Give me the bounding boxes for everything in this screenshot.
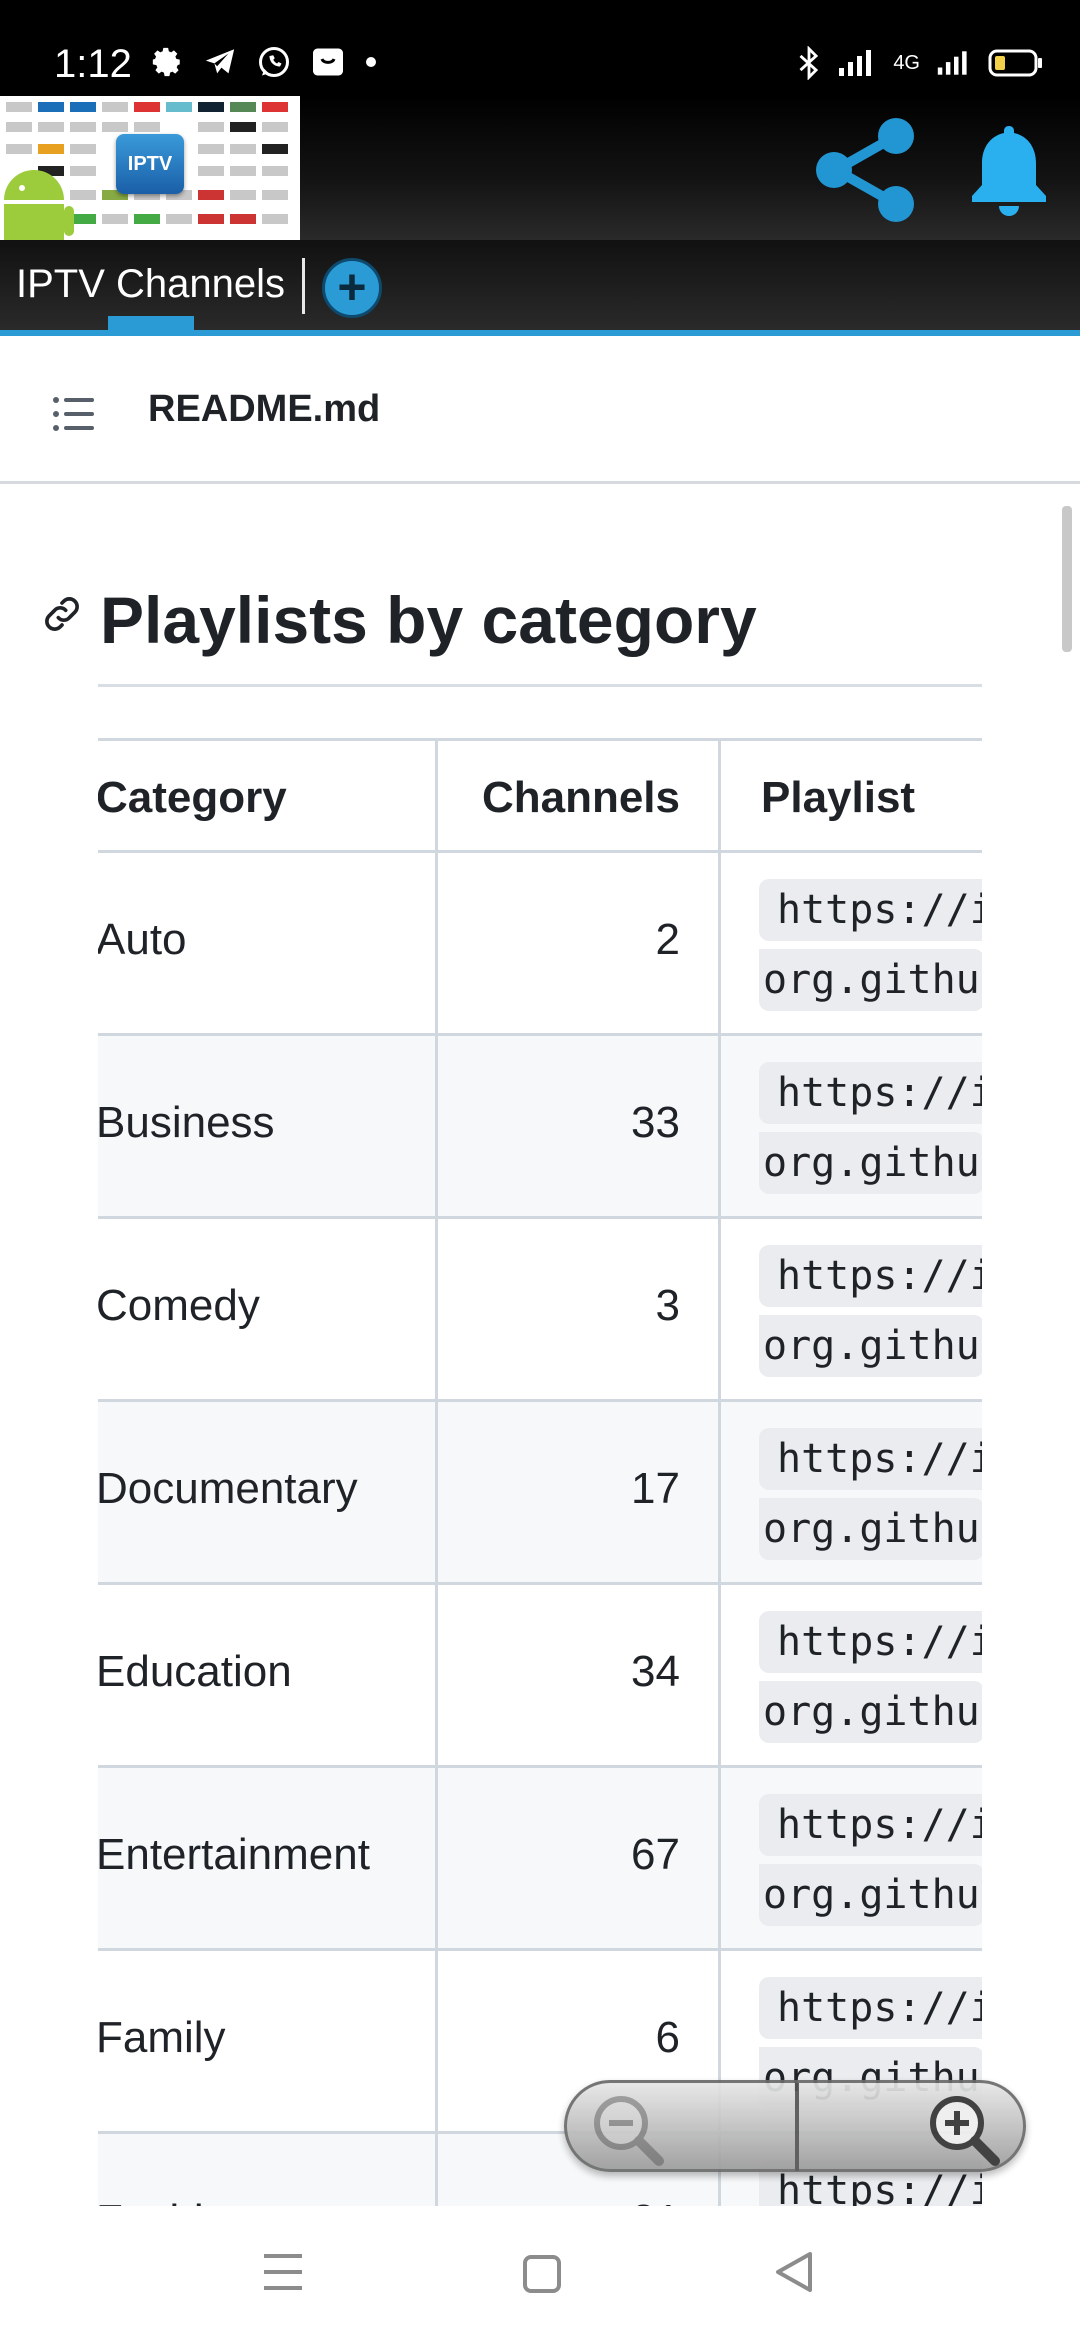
section-heading: Playlists by category [100, 583, 757, 657]
status-time: 1:12 [54, 42, 132, 86]
list-icon[interactable] [52, 394, 96, 434]
channels-count-cell: 3 [655, 1281, 680, 1330]
tab-iptv-channels[interactable]: IPTV Channels [16, 262, 285, 307]
playlist-url-link[interactable]: https://i [759, 1977, 982, 2039]
category-cell: Entertainment [98, 1830, 370, 1879]
link-icon[interactable] [40, 592, 84, 636]
bluetooth-icon [799, 46, 819, 80]
signal-icon-2 [937, 51, 967, 75]
column-header-channels: Channels [481, 773, 680, 822]
readme-content: Playlists by category Category Channels … [0, 486, 1080, 2206]
category-cell: Documentary [98, 1464, 358, 1513]
network-type: 4G [893, 51, 920, 74]
iptv-badge: IPTV [116, 134, 184, 194]
share-icon[interactable] [812, 114, 918, 224]
tab-divider [302, 258, 305, 314]
channels-count-cell: 67 [631, 1830, 680, 1879]
playlist-url-link-continued[interactable]: org.githu [759, 1864, 982, 1926]
channels-count-cell: 21 [631, 2196, 680, 2206]
channels-count-cell: 34 [631, 1647, 680, 1696]
playlist-url-link[interactable]: https://i [759, 1611, 982, 1673]
playlist-url-link-continued[interactable]: org.githu [759, 1132, 982, 1194]
category-cell: Comedy [98, 1281, 260, 1330]
category-cell: Fashion [98, 2196, 253, 2206]
file-header: README.md [0, 342, 1080, 484]
zoom-out-icon[interactable] [587, 2089, 667, 2169]
app-header: IPTV [0, 96, 1080, 240]
playlist-url-link-continued[interactable]: org.githu [759, 1315, 982, 1377]
navigation-bar [0, 2206, 1080, 2340]
home-icon[interactable] [522, 2254, 562, 2294]
table-row: Comedy 3 https://i org.githu [98, 1216, 982, 1399]
signal-icon [839, 50, 872, 76]
playlist-url-link-continued[interactable]: org.githu [759, 949, 982, 1011]
column-header-playlist: Playlist [761, 773, 916, 822]
zoom-control [564, 2080, 1026, 2172]
category-cell: Business [98, 1098, 275, 1147]
shop-icon [313, 48, 343, 76]
zoom-in-icon[interactable] [923, 2089, 1003, 2169]
channels-count-cell: 2 [655, 915, 680, 964]
playlist-url-link[interactable]: https://i [759, 879, 982, 941]
back-icon[interactable] [774, 2250, 814, 2294]
playlist-url-link-continued[interactable]: org.githu [759, 1681, 982, 1743]
active-tab-indicator [108, 316, 194, 330]
whatsapp-icon [259, 47, 289, 77]
bell-icon[interactable] [966, 120, 1052, 220]
zoom-divider [795, 2083, 799, 2171]
settings-icon [152, 47, 180, 77]
playlist-url-link[interactable]: https://i [759, 1794, 982, 1856]
battery-icon [988, 49, 1042, 77]
dot-icon [366, 57, 376, 67]
table-row: Documentary 17 https://i org.githu [98, 1399, 982, 1582]
screen: 1:12 4G IPTV IPTV Channels + README.md P… [0, 0, 1080, 2340]
table-row: Auto 2 https://i org.githu [98, 850, 982, 1033]
playlist-url-link[interactable]: https://i [759, 1062, 982, 1124]
playlist-url-link[interactable]: https://i [759, 1428, 982, 1490]
table-row: Education 34 https://i org.githu [98, 1582, 982, 1765]
table-header-row: Category Channels Playlist [98, 738, 982, 850]
android-icon [4, 170, 74, 240]
channels-count-cell: 33 [631, 1098, 680, 1147]
telegram-icon [205, 49, 235, 74]
status-bar: 1:12 4G [0, 0, 1080, 96]
menu-icon[interactable] [262, 2252, 304, 2292]
heading-divider [98, 684, 982, 687]
category-cell: Auto [98, 915, 187, 964]
tab-bar: IPTV Channels + [0, 240, 1080, 336]
channels-count-cell: 6 [655, 2013, 680, 2062]
file-name: README.md [148, 388, 381, 430]
channels-count-cell: 17 [631, 1464, 680, 1513]
app-logo[interactable]: IPTV [0, 96, 300, 240]
playlists-table: Category Channels Playlist Auto 2 https://… [98, 738, 982, 2206]
add-tab-button[interactable]: + [322, 258, 382, 318]
category-cell: Family [98, 2013, 226, 2062]
table-row: Entertainment 67 https://i org.githu [98, 1765, 982, 1948]
column-header-category: Category [98, 773, 287, 822]
table-row: Business 33 https://i org.githu [98, 1033, 982, 1216]
category-cell: Education [98, 1647, 292, 1696]
playlist-url-link[interactable]: https://i [759, 1245, 982, 1307]
playlist-url-link-continued[interactable]: org.githu [759, 1498, 982, 1560]
